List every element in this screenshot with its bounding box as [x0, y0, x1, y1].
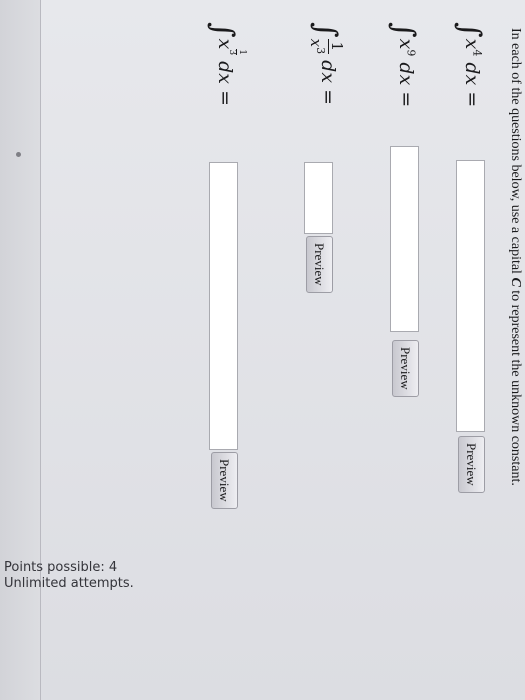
- integral-expression-3: ∫ 1 x3 dx =: [307, 22, 350, 106]
- points-possible: Points possible: 4: [4, 560, 118, 575]
- integral-expression-4: ∫x 1 3 dx =: [205, 22, 247, 106]
- denominator-variable: x: [307, 38, 326, 48]
- differential: dx: [214, 61, 236, 85]
- answer-input-3[interactable]: [304, 162, 333, 234]
- integrand-variable: x: [214, 38, 236, 50]
- answer-input-4[interactable]: [209, 162, 238, 450]
- integral-sign: ∫: [205, 22, 240, 38]
- denominator-exponent: 3: [314, 47, 328, 55]
- integral-expression-2: ∫x9 dx =: [386, 22, 427, 108]
- integrand-variable: x: [395, 38, 417, 50]
- equals-sign: =: [461, 91, 483, 108]
- constant-letter: C: [508, 277, 523, 287]
- assignment-info: Points possible: 4 Unlimited attempts.: [4, 560, 134, 592]
- question-row-2: ∫x9 dx = Preview: [386, 0, 427, 700]
- preview-button-3[interactable]: Preview: [306, 236, 333, 293]
- question-row-3: ∫ 1 x3 dx = Preview: [301, 0, 347, 700]
- integral-expression-1: ∫x4 dx =: [452, 22, 493, 108]
- fraction-numerator: 1: [328, 38, 347, 55]
- question-row-4: ∫x 1 3 dx = Preview: [205, 0, 247, 700]
- instructions-prefix: In each of the questions below, use a ca…: [508, 28, 523, 278]
- instructions-text: In each of the questions below, use a ca…: [507, 28, 523, 486]
- attempts-info: Unlimited attempts.: [4, 576, 134, 591]
- differential: dx: [395, 62, 417, 86]
- exponent-numerator: 1: [236, 49, 247, 56]
- integrand-fraction: 1 x3: [307, 38, 347, 55]
- preview-button-1[interactable]: Preview: [458, 436, 485, 493]
- equals-sign: =: [214, 90, 236, 106]
- integral-sign: ∫: [386, 22, 421, 38]
- equals-sign: =: [395, 91, 417, 108]
- preview-button-2[interactable]: Preview: [392, 340, 419, 397]
- differential: dx: [317, 60, 339, 84]
- answer-input-1[interactable]: [456, 160, 485, 432]
- exponent-denominator: 3: [227, 49, 237, 56]
- integral-sign: ∫: [308, 22, 343, 38]
- differential: dx: [461, 62, 483, 86]
- integral-sign: ∫: [452, 22, 487, 38]
- instructions-suffix: to represent the unknown constant.: [508, 286, 523, 486]
- integrand-exponent: 9: [404, 49, 418, 57]
- preview-button-4[interactable]: Preview: [211, 452, 238, 509]
- fraction-denominator: x3: [307, 38, 329, 55]
- integrand-exponent: 4: [470, 49, 484, 57]
- integrand-variable: x: [461, 38, 483, 50]
- fractional-exponent: 13: [227, 49, 247, 56]
- question-row-1: ∫x4 dx = Preview: [452, 0, 493, 700]
- rotated-question-content: In each of the questions below, use a ca…: [0, 0, 525, 700]
- answer-input-2[interactable]: [390, 146, 419, 332]
- equals-sign: =: [317, 89, 339, 106]
